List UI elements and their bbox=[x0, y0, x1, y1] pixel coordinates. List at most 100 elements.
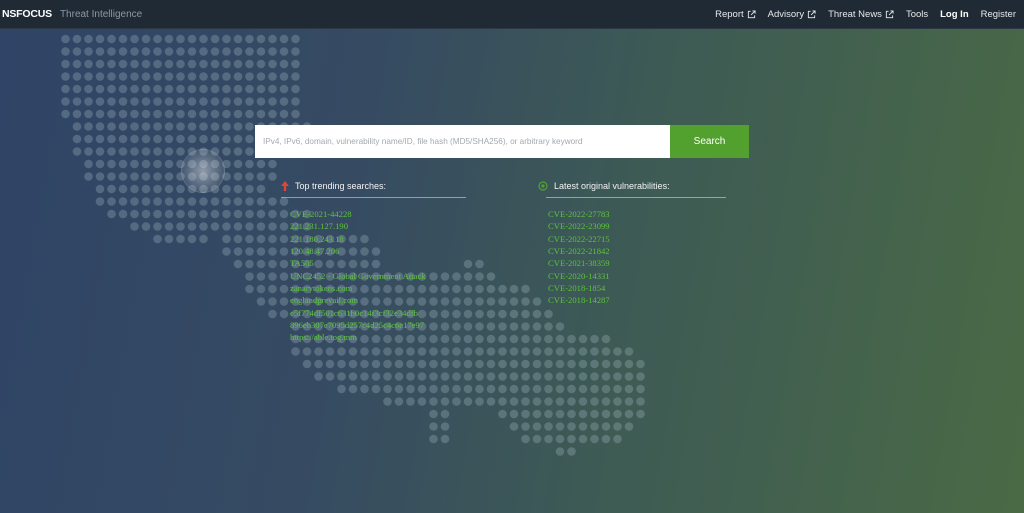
map-dot bbox=[567, 384, 576, 394]
map-dot bbox=[498, 322, 507, 331]
map-dot bbox=[429, 334, 438, 344]
map-dot bbox=[601, 347, 611, 356]
map-dot bbox=[440, 334, 450, 344]
map-dot bbox=[509, 309, 519, 319]
list-item[interactable]: CVE-2022-21842 bbox=[548, 245, 610, 257]
map-dot bbox=[268, 234, 277, 244]
map-dot bbox=[107, 84, 116, 94]
map-dot bbox=[84, 72, 93, 81]
map-dot bbox=[222, 122, 231, 131]
map-dot bbox=[210, 209, 220, 219]
list-item[interactable]: 896eb307e7095d257c4d25c4c6e17e97 bbox=[290, 319, 426, 331]
vulnerabilities-header: Latest original vulnerabilities: bbox=[538, 181, 670, 191]
map-dot bbox=[141, 222, 151, 231]
map-dot bbox=[452, 322, 461, 331]
search-input[interactable] bbox=[255, 125, 670, 158]
map-dot bbox=[268, 197, 277, 206]
list-item[interactable]: CVE-2022-27783 bbox=[548, 208, 610, 220]
map-dot bbox=[107, 159, 116, 169]
list-item[interactable]: 221.231.127.190 bbox=[290, 220, 426, 232]
map-dot bbox=[452, 384, 461, 394]
map-dot bbox=[256, 197, 266, 206]
list-item[interactable]: CVE-2022-22715 bbox=[548, 233, 610, 245]
map-dot bbox=[360, 359, 369, 369]
list-item[interactable]: zanarytokens.com bbox=[290, 282, 426, 294]
list-item[interactable]: 120.48.47.206 bbox=[290, 245, 426, 257]
map-dot bbox=[222, 134, 231, 144]
map-dot bbox=[256, 234, 266, 244]
map-dot bbox=[118, 84, 128, 94]
map-dot bbox=[164, 97, 174, 106]
nav-tools-link[interactable]: Tools bbox=[906, 9, 928, 20]
map-dot bbox=[199, 84, 208, 94]
login-link[interactable]: Log In bbox=[940, 9, 969, 20]
nav-threat-news-link[interactable]: Threat News bbox=[828, 9, 894, 20]
map-dot bbox=[291, 97, 300, 106]
map-dot bbox=[118, 59, 128, 69]
list-item[interactable]: TA505 bbox=[290, 257, 426, 269]
map-dot bbox=[268, 72, 277, 81]
list-item[interactable]: CVE-2021-44228 bbox=[290, 208, 426, 220]
nsfocus-logo[interactable]: NSFOCUS bbox=[2, 8, 52, 20]
list-item[interactable]: CVE-2020-14331 bbox=[548, 270, 610, 282]
map-dot bbox=[187, 197, 197, 206]
list-item[interactable]: 221.180.243.18 bbox=[290, 233, 426, 245]
map-dot bbox=[360, 372, 369, 381]
map-dot bbox=[245, 59, 254, 69]
list-item[interactable]: CVE-2018-1854 bbox=[548, 282, 610, 294]
map-dot bbox=[590, 434, 599, 444]
map-dot bbox=[95, 97, 105, 106]
map-dot bbox=[394, 359, 404, 369]
map-dot bbox=[153, 97, 162, 106]
map-dot bbox=[256, 97, 266, 106]
map-dot bbox=[107, 97, 116, 106]
map-dot bbox=[521, 409, 530, 419]
map-dot bbox=[636, 397, 645, 406]
map-dot bbox=[199, 72, 208, 81]
map-dot bbox=[187, 134, 197, 144]
nav-advisory-link[interactable]: Advisory bbox=[768, 9, 816, 20]
register-link[interactable]: Register bbox=[981, 9, 1016, 20]
map-dot bbox=[130, 47, 139, 56]
list-item[interactable]: https://able.tog.mm bbox=[290, 331, 426, 343]
map-dot bbox=[521, 334, 530, 344]
map-dot bbox=[475, 384, 484, 394]
map-dot bbox=[509, 359, 519, 369]
map-dot bbox=[302, 359, 312, 369]
map-dot bbox=[95, 197, 105, 206]
map-dot bbox=[532, 434, 542, 444]
map-dot bbox=[279, 34, 289, 44]
map-dot bbox=[394, 372, 404, 381]
list-item[interactable]: UNC2452 - Global Government Attack bbox=[290, 270, 426, 282]
search-button[interactable]: Search bbox=[670, 125, 749, 158]
list-item[interactable]: englandprevail.com bbox=[290, 294, 426, 306]
list-item[interactable]: CVE-2022-23099 bbox=[548, 220, 610, 232]
map-dot bbox=[279, 72, 289, 81]
map-dot bbox=[440, 309, 450, 319]
map-dot bbox=[164, 222, 174, 231]
map-dot bbox=[578, 359, 588, 369]
map-dot bbox=[256, 172, 266, 181]
map-dot bbox=[268, 309, 277, 319]
map-dot bbox=[256, 34, 266, 44]
map-dot bbox=[486, 372, 496, 381]
map-dot bbox=[279, 59, 289, 69]
list-item[interactable]: e5f774df501c631b0c14f3cf32e34dfb bbox=[290, 307, 426, 319]
map-dot bbox=[118, 184, 128, 194]
map-dot bbox=[624, 397, 634, 406]
map-dot bbox=[199, 122, 208, 131]
map-dot bbox=[245, 259, 254, 269]
map-dot bbox=[314, 347, 323, 356]
list-item[interactable]: CVE-2018-14287 bbox=[548, 294, 610, 306]
map-dot bbox=[486, 284, 496, 294]
map-dot bbox=[233, 84, 243, 94]
map-dot bbox=[463, 384, 473, 394]
map-dot bbox=[153, 134, 162, 144]
map-dot bbox=[498, 309, 507, 319]
map-dot bbox=[371, 384, 381, 394]
nav-report-link[interactable]: Report bbox=[715, 9, 756, 20]
map-dot bbox=[440, 434, 450, 444]
list-item[interactable]: CVE-2021-38359 bbox=[548, 257, 610, 269]
map-dot bbox=[222, 234, 231, 244]
map-dot bbox=[256, 284, 266, 294]
